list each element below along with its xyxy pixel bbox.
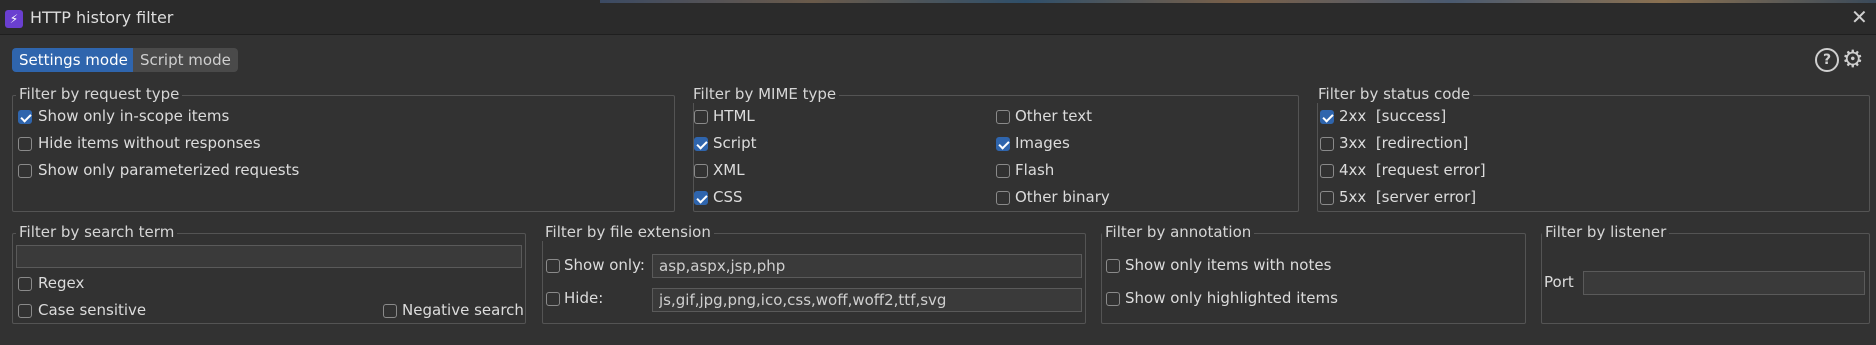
- mime-type-legend: Filter by MIME type: [690, 85, 840, 103]
- help-icon[interactable]: ?: [1815, 48, 1839, 72]
- notes-only-checkbox[interactable]: [1106, 259, 1120, 273]
- port-label: Port: [1544, 273, 1574, 291]
- regex-label: Regex: [38, 274, 85, 292]
- regex-checkbox[interactable]: [18, 277, 32, 291]
- settings-mode-button[interactable]: Settings mode: [12, 48, 135, 72]
- negative-search-label: Negative search: [402, 301, 524, 319]
- listener-legend: Filter by listener: [1542, 223, 1670, 241]
- search-term-legend: Filter by search term: [16, 223, 178, 241]
- close-icon[interactable]: ✕: [1851, 5, 1868, 29]
- script-mode-button[interactable]: Script mode: [133, 48, 238, 72]
- search-term-input[interactable]: [16, 245, 522, 268]
- case-sensitive-checkbox[interactable]: [18, 304, 32, 318]
- in-scope-checkbox[interactable]: [18, 110, 32, 124]
- in-scope-label: Show only in-scope items: [38, 107, 230, 125]
- title-bar-decoration: [600, 0, 1876, 3]
- window-title: HTTP history filter: [30, 8, 174, 27]
- status-2xx-label: 2xx [success]: [1339, 107, 1447, 125]
- request-type-legend: Filter by request type: [16, 85, 183, 103]
- status-2xx-checkbox[interactable]: [1320, 110, 1334, 124]
- show-only-extension-label: Show only:: [564, 256, 645, 274]
- mime-flash-label: Flash: [1015, 161, 1055, 179]
- status-code-legend: Filter by status code: [1315, 85, 1474, 103]
- show-only-extension-checkbox[interactable]: [546, 259, 560, 273]
- hide-extension-label: Hide:: [564, 289, 604, 307]
- mime-css-checkbox[interactable]: [694, 191, 708, 205]
- hide-extension-input[interactable]: [652, 288, 1082, 312]
- mime-html-checkbox[interactable]: [694, 110, 708, 124]
- highlighted-only-checkbox[interactable]: [1106, 292, 1120, 306]
- mime-images-label: Images: [1015, 134, 1070, 152]
- mime-other-binary-checkbox[interactable]: [996, 191, 1010, 205]
- mime-html-label: HTML: [713, 107, 755, 125]
- hide-extension-checkbox[interactable]: [546, 292, 560, 306]
- show-only-extension-input[interactable]: [652, 254, 1082, 278]
- annotation-legend: Filter by annotation: [1102, 223, 1255, 241]
- mime-images-checkbox[interactable]: [996, 137, 1010, 151]
- highlighted-only-label: Show only highlighted items: [1125, 289, 1338, 307]
- status-4xx-label: 4xx [request error]: [1339, 161, 1486, 179]
- mime-other-text-checkbox[interactable]: [996, 110, 1010, 124]
- parameterized-checkbox[interactable]: [18, 164, 32, 178]
- mime-script-label: Script: [713, 134, 757, 152]
- mime-script-checkbox[interactable]: [694, 137, 708, 151]
- negative-search-checkbox[interactable]: [383, 304, 397, 318]
- status-5xx-label: 5xx [server error]: [1339, 188, 1477, 206]
- file-extension-legend: Filter by file extension: [542, 223, 714, 241]
- case-sensitive-label: Case sensitive: [38, 301, 147, 319]
- notes-only-label: Show only items with notes: [1125, 256, 1332, 274]
- mime-css-label: CSS: [713, 188, 743, 206]
- title-bar: [0, 0, 1876, 35]
- annotation-group: [1101, 233, 1526, 324]
- status-4xx-checkbox[interactable]: [1320, 164, 1334, 178]
- mime-other-text-label: Other text: [1015, 107, 1092, 125]
- parameterized-label: Show only parameterized requests: [38, 161, 300, 179]
- hide-no-response-checkbox[interactable]: [18, 137, 32, 151]
- gear-icon[interactable]: ⚙: [1842, 46, 1864, 72]
- mime-other-binary-label: Other binary: [1015, 188, 1110, 206]
- hide-no-response-label: Hide items without responses: [38, 134, 261, 152]
- status-3xx-checkbox[interactable]: [1320, 137, 1334, 151]
- mime-xml-label: XML: [713, 161, 745, 179]
- app-lightning-icon: ⚡: [5, 10, 23, 28]
- mime-xml-checkbox[interactable]: [694, 164, 708, 178]
- port-input[interactable]: [1583, 271, 1865, 295]
- status-5xx-checkbox[interactable]: [1320, 191, 1334, 205]
- mime-flash-checkbox[interactable]: [996, 164, 1010, 178]
- status-3xx-label: 3xx [redirection]: [1339, 134, 1469, 152]
